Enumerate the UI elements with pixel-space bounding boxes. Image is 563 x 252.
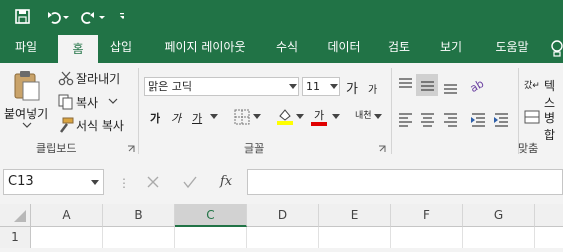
format-painter-icon (60, 117, 74, 133)
copy-dropdown-icon[interactable] (108, 98, 118, 104)
lightbulb-icon[interactable] (550, 40, 563, 58)
borders-icon[interactable] (234, 109, 250, 125)
customize-qat-icon[interactable] (120, 13, 124, 19)
underline-dropdown-icon[interactable] (210, 114, 218, 120)
grow-font-button[interactable]: 가 (346, 78, 358, 97)
select-all-button[interactable] (0, 204, 31, 227)
middle-align-selected-bg (416, 74, 438, 96)
copy-icon (58, 94, 73, 110)
group-divider (138, 68, 139, 154)
font-name-combo[interactable]: 맑은 고딕 (144, 77, 299, 96)
cell-row-1[interactable] (31, 227, 563, 248)
orientation-icon[interactable]: ab (468, 77, 486, 95)
formula-input[interactable] (247, 169, 563, 195)
tab-view[interactable]: 보기 (432, 33, 470, 63)
enter-icon[interactable] (182, 175, 198, 189)
alignment-buttons: ab (399, 74, 508, 127)
align-left-icon[interactable] (399, 113, 412, 127)
row-header-1[interactable]: 1 (0, 227, 31, 248)
tab-insert[interactable]: 삽입 (102, 33, 140, 63)
name-box[interactable]: C13 (3, 169, 104, 195)
formula-bar-splitter-icon[interactable]: ⋮ (118, 176, 130, 190)
merge-icon[interactable] (524, 110, 540, 124)
clipboard-launcher-icon[interactable] (127, 145, 135, 153)
tab-page-layout[interactable]: 페이지 레이아웃 (152, 33, 258, 63)
undo-icon[interactable] (48, 12, 69, 24)
phonetic-button[interactable]: 내천 (355, 108, 372, 121)
shrink-font-button[interactable]: 가 (368, 81, 377, 96)
font-color-swatch (311, 122, 327, 126)
bottom-align-icon[interactable] (444, 84, 457, 94)
clipboard-group-label: 클립보드 (36, 142, 77, 155)
format-painter-button[interactable]: 서식 복사 (76, 117, 124, 134)
borders-dropdown-icon[interactable] (253, 114, 261, 120)
font-group-label: 글꼴 (244, 142, 265, 155)
alignment-group-label: 맞춤 (518, 142, 539, 155)
tab-file[interactable]: 파일 (6, 33, 46, 63)
italic-button[interactable]: 가 (171, 110, 181, 126)
paste-dropdown-icon[interactable] (22, 122, 32, 128)
font-color-dropdown-icon[interactable] (332, 114, 340, 120)
wrap-text-button[interactable]: 텍스 (544, 77, 563, 111)
wrap-text-icon[interactable]: 갔↵ (524, 78, 540, 91)
tab-help[interactable]: 도움말 (482, 33, 542, 63)
decrease-indent-icon[interactable] (471, 113, 485, 127)
tab-review[interactable]: 검토 (380, 33, 418, 63)
redo-icon[interactable] (81, 12, 105, 24)
insert-function-button[interactable]: fx (220, 174, 232, 189)
quick-access-toolbar (15, 9, 124, 24)
column-header-g[interactable]: G (463, 204, 535, 227)
column-header-e[interactable]: E (319, 204, 391, 227)
name-box-dropdown-icon[interactable] (91, 180, 99, 186)
cut-button[interactable]: 잘라내기 (76, 70, 120, 87)
column-header-f[interactable]: F (391, 204, 463, 227)
font-launcher-icon[interactable] (378, 145, 386, 153)
column-header-d[interactable]: D (247, 204, 319, 227)
tab-data[interactable]: 데이터 (320, 33, 368, 63)
phonetic-dropdown-icon[interactable] (374, 114, 382, 120)
paste-button-label[interactable]: 붙여넣기 (4, 105, 48, 122)
column-header-h[interactable] (535, 204, 563, 227)
align-right-icon[interactable] (444, 113, 457, 127)
scissors-icon (58, 71, 74, 86)
cancel-icon[interactable] (146, 175, 160, 189)
save-icon[interactable] (15, 9, 30, 24)
top-align-icon[interactable] (399, 78, 412, 88)
increase-indent-icon[interactable] (494, 113, 508, 127)
font-size-value: 11 (306, 80, 320, 93)
font-color-button[interactable]: 가 (314, 107, 324, 123)
font-name-value: 맑은 고딕 (148, 80, 192, 93)
group-divider (391, 68, 392, 154)
tab-home[interactable]: 홈 (58, 35, 98, 63)
fill-color-icon[interactable] (276, 107, 294, 125)
copy-button[interactable]: 복사 (76, 94, 98, 111)
font-size-dropdown-icon[interactable] (330, 84, 338, 90)
tab-formulas[interactable]: 수식 (268, 33, 306, 63)
merge-button[interactable]: 병합 (544, 109, 563, 143)
underline-button[interactable]: 가 (192, 110, 202, 126)
align-center-icon[interactable] (421, 113, 434, 127)
paste-icon[interactable] (13, 70, 43, 102)
bold-button[interactable]: 가 (150, 110, 160, 126)
column-header-b[interactable]: B (103, 204, 175, 227)
column-header-a[interactable]: A (31, 204, 103, 227)
column-header-c[interactable]: C (175, 204, 247, 227)
grid-lines (102, 227, 535, 248)
svg-text:ab: ab (468, 77, 486, 95)
font-name-dropdown-icon[interactable] (289, 84, 297, 90)
name-box-value: C13 (8, 174, 34, 189)
fill-color-dropdown-icon[interactable] (296, 114, 304, 120)
